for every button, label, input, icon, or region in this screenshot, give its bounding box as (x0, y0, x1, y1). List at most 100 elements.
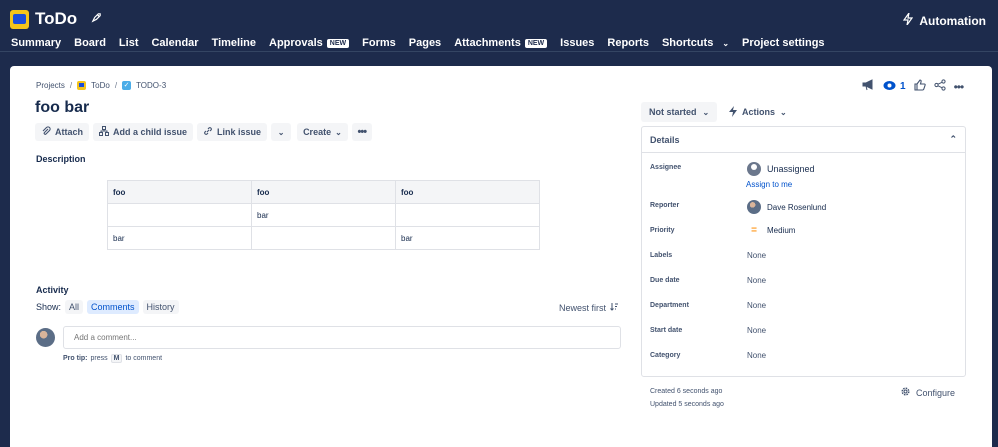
priority-value[interactable]: = Medium (747, 225, 795, 236)
start-date-value[interactable]: None (747, 326, 766, 335)
nav-divider (0, 51, 998, 52)
sort-newest-first[interactable]: Newest first (559, 302, 619, 313)
department-value[interactable]: None (747, 301, 766, 310)
breadcrumb-project[interactable]: ToDo (91, 81, 110, 90)
watch-button[interactable]: 1 (883, 80, 906, 94)
filter-all[interactable]: All (65, 300, 84, 314)
chevron-up-icon: ⌃ (949, 134, 957, 144)
project-logo-icon (10, 9, 29, 29)
create-button[interactable]: Create ⌄ (297, 123, 348, 141)
nav-label: Approvals (269, 37, 323, 49)
table-row: bar (107, 203, 540, 227)
more-icon[interactable]: ••• (954, 80, 965, 94)
breadcrumb: Projects / ToDo / ✓ TODO-3 (36, 81, 166, 90)
assignee-label: Assignee (650, 164, 682, 171)
nav-shortcuts[interactable]: Shortcuts ⌄ (662, 37, 729, 49)
megaphone-icon[interactable] (862, 79, 875, 94)
nav-label: Board (74, 37, 106, 49)
description-table[interactable]: foo foo foo bar bar bar (107, 180, 540, 250)
due-date-value[interactable]: None (747, 276, 766, 285)
details-header[interactable]: Details ⌃ (642, 127, 965, 153)
issue-toolbar: Attach Add a child issue Link issue ⌄ Cr… (35, 123, 372, 141)
updated-timestamp: Updated 5 seconds ago (650, 401, 724, 408)
nav-timeline[interactable]: Timeline (212, 37, 256, 49)
status-dropdown[interactable]: Not started ⌄ (641, 102, 718, 122)
automation-button[interactable]: Automation (903, 12, 986, 28)
nav-summary[interactable]: Summary (11, 37, 61, 49)
nav-forms[interactable]: Forms (362, 37, 396, 49)
assignee-text: Unassigned (767, 164, 815, 174)
table-cell: bar (395, 226, 540, 250)
shortcut-key: M (110, 354, 123, 363)
chevron-down-icon: ⌄ (702, 107, 710, 117)
more-icon: ••• (357, 126, 368, 138)
rocket-icon[interactable] (91, 12, 102, 26)
description-label: Description (36, 154, 86, 164)
status-label: Not started (649, 107, 697, 117)
nav-label: Attachments (454, 37, 521, 49)
issue-actions: 1 ••• (862, 79, 965, 94)
nav-list[interactable]: List (119, 37, 139, 49)
breadcrumb-projects[interactable]: Projects (36, 81, 65, 90)
table-cell: bar (107, 226, 252, 250)
project-brand[interactable]: ToDo (10, 9, 102, 29)
table-cell (251, 226, 396, 250)
assign-to-me-link[interactable]: Assign to me (746, 180, 792, 189)
nav-label: List (118, 37, 139, 49)
nav-reports[interactable]: Reports (607, 37, 649, 49)
table-cell (395, 203, 540, 227)
nav-attachments[interactable]: Attachments NEW (454, 37, 548, 49)
assignee-value[interactable]: Unassigned (747, 162, 815, 176)
breadcrumb-separator: / (114, 81, 118, 90)
nav-pages[interactable]: Pages (409, 37, 441, 49)
project-logo-icon (77, 81, 87, 90)
nav-board[interactable]: Board (74, 37, 106, 49)
thumbs-up-icon[interactable] (914, 79, 926, 94)
task-type-icon[interactable]: ✓ (122, 81, 132, 90)
activity-filters: Show: All Comments History (36, 300, 179, 314)
add-child-issue-button[interactable]: Add a child issue (93, 123, 194, 141)
avatar (36, 328, 55, 347)
department-label: Department (650, 302, 689, 309)
nav-calendar[interactable]: Calendar (151, 37, 198, 49)
share-icon[interactable] (933, 79, 946, 94)
issue-title[interactable]: foo bar (35, 99, 89, 117)
activity-label: Activity (36, 285, 69, 295)
attach-button[interactable]: Attach (35, 123, 90, 141)
reporter-value[interactable]: Dave Rosenlund (747, 200, 826, 214)
chevron-down-icon: ⌄ (277, 127, 285, 137)
pro-tip-label: Pro tip: (63, 355, 88, 362)
issue-panel: Projects / ToDo / ✓ TODO-3 foo bar Attac… (10, 66, 992, 447)
filter-comments[interactable]: Comments (87, 300, 139, 314)
project-name: ToDo (35, 9, 78, 28)
top-bar: ToDo Automation Summary Board List Calen… (0, 0, 998, 64)
nav-approvals[interactable]: Approvals NEW (269, 37, 350, 49)
breadcrumb-separator: / (69, 81, 73, 90)
breadcrumb-issue-key[interactable]: TODO-3 (136, 81, 166, 90)
more-actions-button[interactable]: ••• (351, 123, 372, 141)
labels-value[interactable]: None (747, 251, 766, 260)
nav-label: Issues (560, 37, 595, 49)
chevron-down-icon: ⌄ (780, 107, 787, 117)
link-issue-dropdown[interactable]: ⌄ (271, 123, 292, 141)
created-timestamp: Created 6 seconds ago (650, 388, 723, 395)
nav-label: Project settings (742, 37, 825, 49)
category-value[interactable]: None (747, 351, 766, 360)
filter-history[interactable]: History (142, 300, 179, 314)
nav-project-settings[interactable]: Project settings (742, 37, 825, 49)
link-issue-button[interactable]: Link issue (197, 123, 268, 141)
watch-count: 1 (900, 81, 906, 92)
nav-label: Summary (11, 37, 62, 49)
project-nav: Summary Board List Calendar Timeline App… (11, 36, 838, 50)
lightning-icon (729, 105, 737, 119)
configure-button[interactable]: Configure (900, 386, 955, 399)
actions-dropdown[interactable]: Actions ⌄ (723, 102, 793, 122)
priority-medium-icon: = (751, 225, 757, 236)
table-header-row: foo foo foo (107, 180, 540, 204)
reporter-label: Reporter (650, 202, 680, 209)
details-panel: Details ⌃ Assignee Unassigned Assign to … (641, 126, 966, 377)
due-date-label: Due date (650, 277, 680, 284)
comment-input[interactable] (63, 326, 621, 349)
pro-tip-suffix: to comment (125, 355, 163, 362)
nav-issues[interactable]: Issues (560, 37, 594, 49)
